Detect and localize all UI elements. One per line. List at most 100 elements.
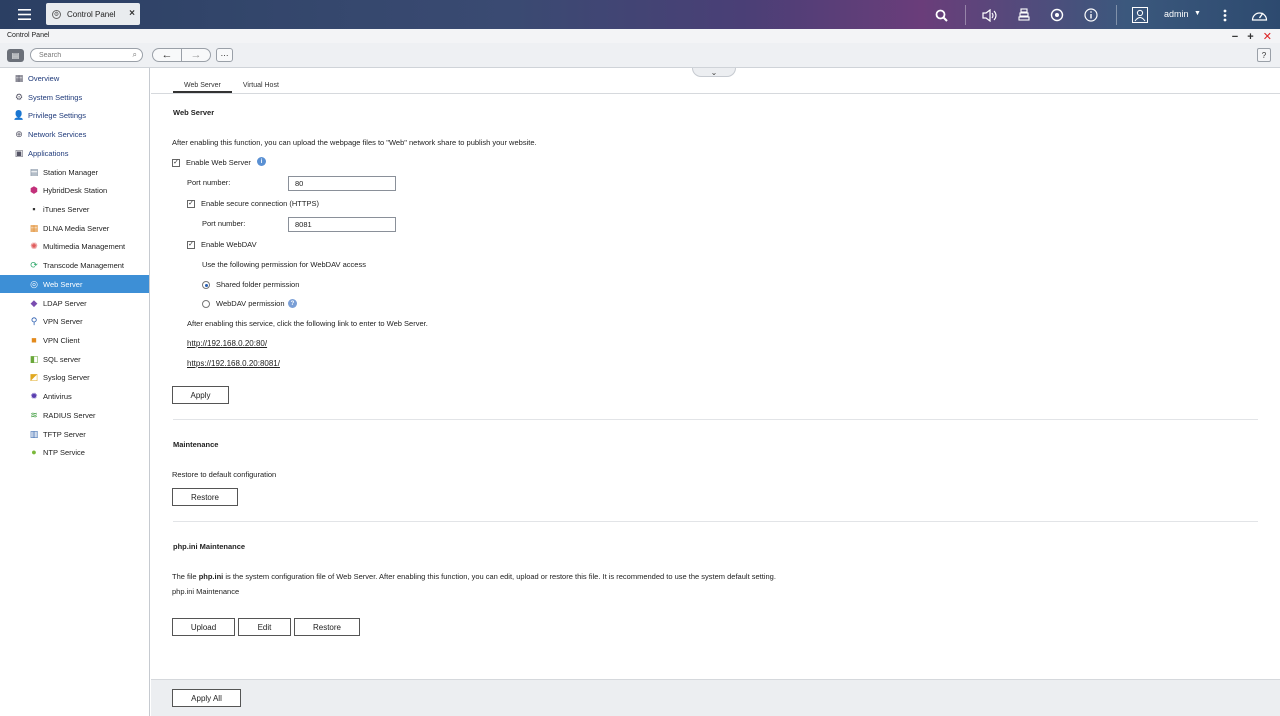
sidebar-item-radius-server[interactable]: ≋ RADIUS Server	[0, 406, 149, 424]
vpn-server-icon: ⚲	[30, 315, 38, 326]
sidebar-item-label: Applications	[28, 148, 69, 158]
window-title-bar: Control Panel − + ✕	[0, 29, 1280, 43]
sidebar-item-web-server[interactable]: ◎ Web Server	[0, 275, 149, 293]
sidebar-item-label: System Settings	[28, 92, 83, 102]
edit-button[interactable]: Edit	[238, 618, 291, 636]
sidebar-item-ldap-server[interactable]: ◆ LDAP Server	[0, 294, 149, 312]
transcode-icon: ⟳	[30, 259, 38, 270]
close-icon[interactable]: ✕	[1263, 30, 1272, 43]
php-desc-bold: php.ini	[198, 572, 224, 581]
app-tab-control-panel[interactable]: ⚙ Control Panel ×	[46, 3, 140, 25]
link-intro-text: After enabling this service, click the f…	[187, 319, 428, 328]
php-description: The file php.ini is the system configura…	[172, 572, 776, 581]
enable-webdav-label: Enable WebDAV	[201, 240, 257, 249]
sidebar: ▦ Overview ⚙ System Settings 👤 Privilege…	[0, 68, 150, 716]
back-arrow-icon[interactable]: ←	[153, 49, 182, 61]
ntp-icon: ●	[31, 447, 37, 457]
sidebar-item-overview[interactable]: ▦ Overview	[0, 69, 149, 87]
sidebar-item-label: Overview	[28, 73, 60, 83]
https-port-number-input[interactable]: 8081	[288, 217, 396, 232]
window-toolbar: ▤ ⌕ ← → ⋯ ?	[0, 43, 1280, 68]
forward-arrow-icon[interactable]: →	[182, 49, 210, 61]
sidebar-item-label: Transcode Management	[43, 260, 125, 270]
sidebar-item-vpn-client[interactable]: ■ VPN Client	[0, 331, 149, 349]
enable-web-server-label: Enable Web Server	[186, 158, 251, 167]
database-icon: ◧	[29, 353, 39, 364]
sidebar-item-dlna-media-server[interactable]: ▦ DLNA Media Server	[0, 219, 149, 237]
sidebar-item-transcode-management[interactable]: ⟳ Transcode Management	[0, 256, 149, 274]
top-bar: ⚙ Control Panel × admin ▼	[0, 0, 1280, 29]
multimedia-icon: ✺	[30, 240, 38, 251]
minimize-icon[interactable]: −	[1232, 31, 1238, 43]
restore-php-button[interactable]: Restore	[294, 618, 360, 636]
maintenance-description: Restore to default configuration	[172, 470, 277, 479]
close-icon[interactable]: ×	[129, 8, 135, 19]
volume-icon[interactable]	[981, 6, 999, 24]
sidebar-item-multimedia-management[interactable]: ✺ Multimedia Management	[0, 237, 149, 255]
sidebar-item-label: SQL server	[43, 354, 81, 364]
gear-icon: ⚙	[52, 9, 61, 19]
sidebar-item-label: Antivirus	[43, 391, 72, 401]
section-title-php-maintenance: php.ini Maintenance	[173, 542, 246, 551]
more-icon[interactable]	[1216, 6, 1234, 24]
maximize-icon[interactable]: +	[1247, 31, 1253, 43]
apply-all-button[interactable]: Apply All	[172, 689, 241, 707]
sidebar-item-system-settings[interactable]: ⚙ System Settings	[0, 88, 149, 106]
chevron-down-icon[interactable]: ⌄	[692, 68, 736, 77]
enable-web-server-checkbox[interactable]: ✓	[172, 159, 180, 167]
search-input[interactable]	[39, 51, 124, 60]
apply-button[interactable]: Apply	[172, 386, 229, 404]
sidebar-item-label: TFTP Server	[43, 429, 86, 439]
enable-webdav-checkbox[interactable]: ✓	[187, 241, 195, 249]
sidebar-item-syslog-server[interactable]: ◩ Syslog Server	[0, 368, 149, 386]
sidebar-item-sql-server[interactable]: ◧ SQL server	[0, 350, 149, 368]
php-desc-pre: The file	[172, 572, 199, 581]
sidebar-toggle-icon[interactable]: ▤	[7, 49, 24, 62]
sync-icon[interactable]	[1048, 6, 1066, 24]
sidebar-item-ntp-service[interactable]: ● NTP Service	[0, 443, 149, 461]
tab-virtual-host[interactable]: Virtual Host	[232, 81, 290, 93]
sidebar-item-applications[interactable]: ▣ Applications	[0, 144, 149, 162]
sidebar-item-antivirus[interactable]: ✹ Antivirus	[0, 387, 149, 405]
enable-https-checkbox[interactable]: ✓	[187, 200, 195, 208]
sidebar-item-network-services[interactable]: ⊕ Network Services	[0, 125, 149, 143]
window-title: Control Panel	[7, 32, 50, 39]
menu-icon[interactable]	[11, 2, 37, 26]
network-icon: ⊕	[15, 128, 23, 139]
info-icon[interactable]: i	[257, 157, 266, 166]
http-link[interactable]: http://192.168.0.20:80/	[187, 339, 267, 348]
search-icon[interactable]	[932, 6, 950, 24]
dlna-icon: ▦	[29, 222, 39, 233]
user-icon[interactable]	[1131, 6, 1149, 24]
sidebar-item-label: VPN Client	[43, 335, 80, 345]
dashboard-icon[interactable]	[1250, 6, 1268, 24]
shared-folder-permission-radio[interactable]	[202, 281, 210, 289]
sidebar-item-hybriddesk-station[interactable]: ⬢ HybridDesk Station	[0, 181, 149, 199]
sidebar-item-station-manager[interactable]: ▤ Station Manager	[0, 163, 149, 181]
tab-web-server[interactable]: Web Server	[173, 81, 232, 93]
applications-icon: ▣	[14, 147, 24, 158]
restore-default-button[interactable]: Restore	[172, 488, 238, 506]
info-icon[interactable]	[1082, 6, 1100, 24]
toolbar-divider	[1116, 5, 1117, 25]
apps-grid-icon[interactable]: ⋯	[216, 48, 233, 62]
sidebar-item-tftp-server[interactable]: ▥ TFTP Server	[0, 425, 149, 443]
help-icon[interactable]: ?	[288, 299, 297, 308]
sidebar-item-privilege-settings[interactable]: 👤 Privilege Settings	[0, 106, 149, 124]
sidebar-item-vpn-server[interactable]: ⚲ VPN Server	[0, 312, 149, 330]
webdav-permission-radio[interactable]	[202, 300, 210, 308]
toolbar-divider	[965, 5, 966, 25]
search-icon[interactable]: ⌕	[133, 50, 137, 60]
search-field[interactable]: ⌕	[30, 48, 143, 62]
user-name[interactable]: admin	[1164, 9, 1189, 19]
sidebar-item-itunes-server[interactable]: ▪ iTunes Server	[0, 200, 149, 218]
sidebar-item-label: HybridDesk Station	[43, 185, 108, 195]
https-link[interactable]: https://192.168.0.20:8081/	[187, 359, 280, 368]
upload-button[interactable]: Upload	[172, 618, 235, 636]
stack-icon[interactable]	[1015, 6, 1033, 24]
shared-folder-permission-label: Shared folder permission	[216, 280, 300, 289]
help-icon[interactable]: ?	[1257, 48, 1271, 62]
enable-https-label: Enable secure connection (HTTPS)	[201, 199, 319, 208]
chevron-down-icon[interactable]: ▼	[1194, 10, 1201, 17]
port-number-input[interactable]: 80	[288, 176, 396, 191]
